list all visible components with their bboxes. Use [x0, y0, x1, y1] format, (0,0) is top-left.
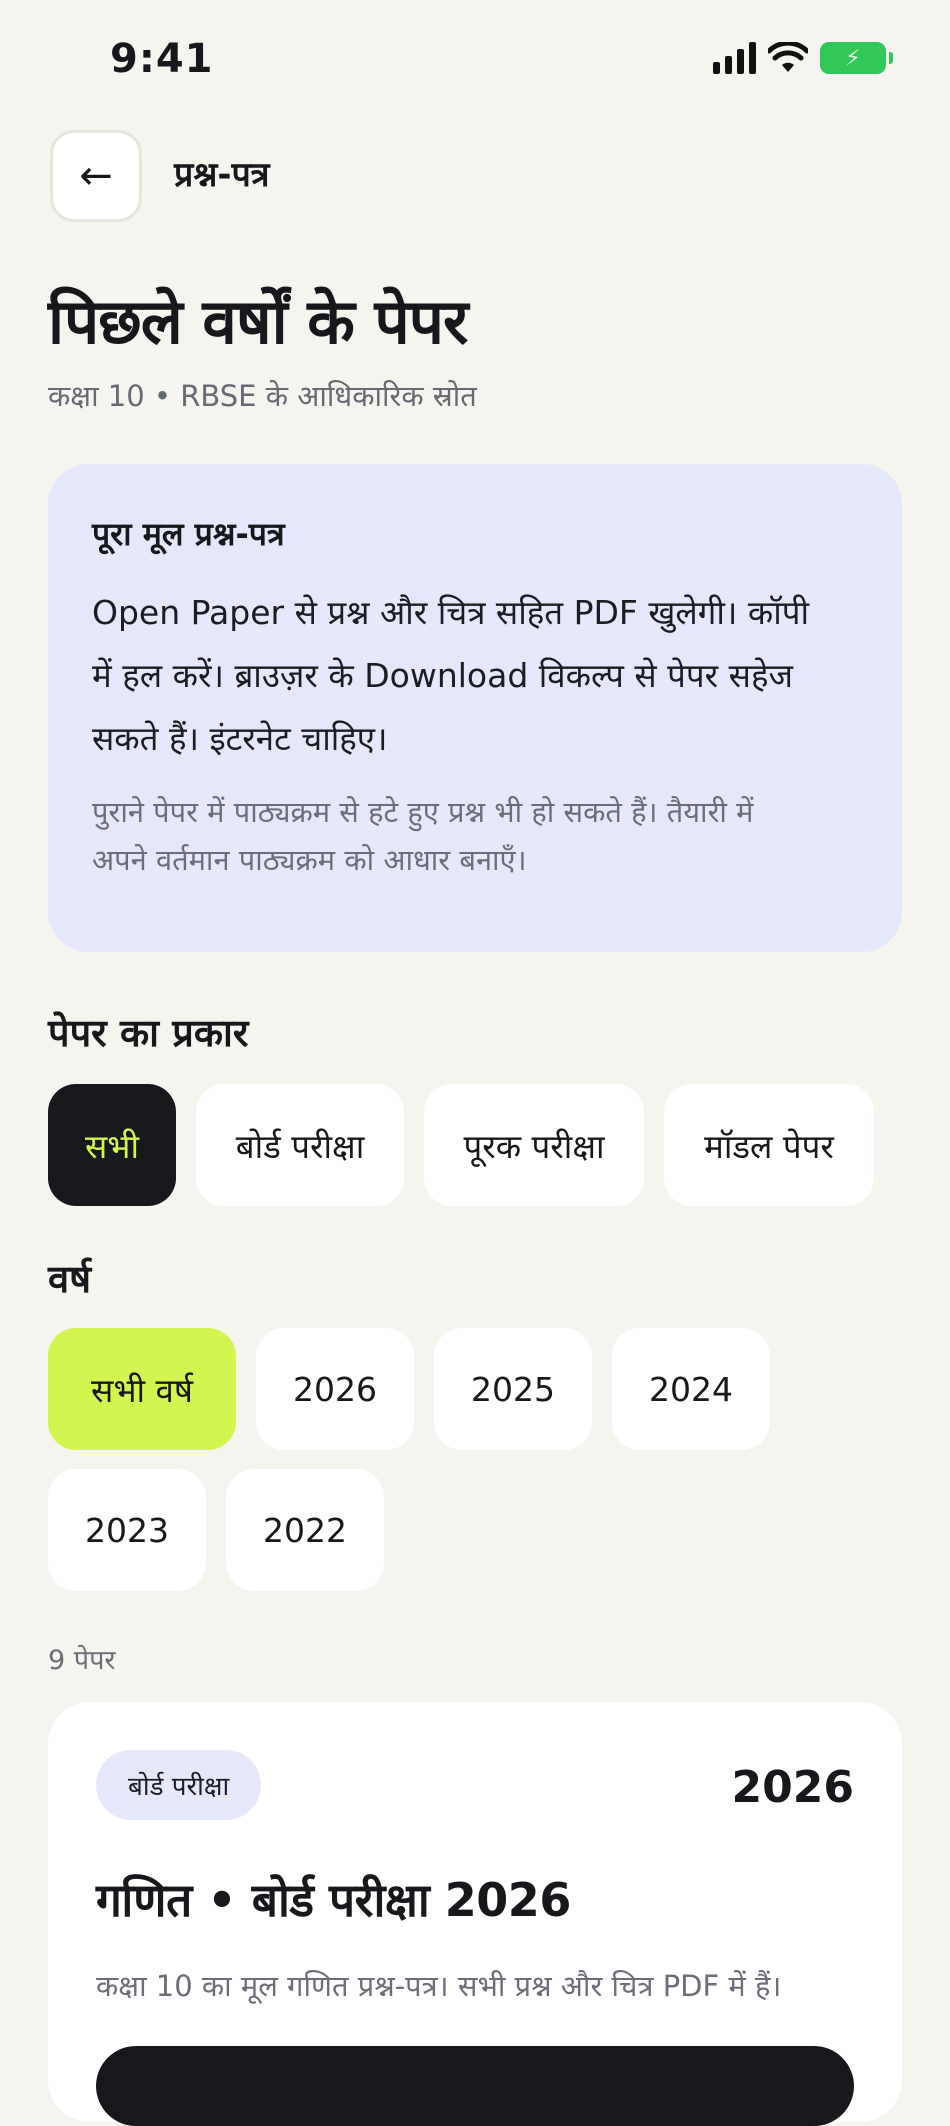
paper-title: गणित • बोर्ड परीक्षा 2026	[96, 1873, 571, 1927]
info-card: पूरा मूल प्रश्न-पत्र Open Paper से प्रश्…	[48, 464, 902, 952]
page-subtitle: कक्षा 10 • RBSE के आधिकारिक स्रोत	[48, 379, 477, 413]
signal-icon	[713, 42, 756, 74]
info-line: Open Paper से प्रश्न और चित्र सहित PDF ख…	[92, 593, 810, 632]
paper-card[interactable]: बोर्ड परीक्षा 2026 गणित • बोर्ड परीक्षा …	[48, 1702, 902, 2126]
results-count: 9 पेपर	[48, 1645, 116, 1676]
type-filter-label: पेपर का प्रकार	[48, 1011, 249, 1055]
info-body: Open Paper से प्रश्न और चित्र सहित PDF ख…	[92, 581, 858, 770]
open-paper-button[interactable]	[96, 2046, 854, 2126]
type-chip-board[interactable]: बोर्ड परीक्षा	[196, 1084, 404, 1206]
year-chip-2023[interactable]: 2023	[48, 1469, 206, 1591]
info-line: सकते हैं। इंटरनेट चाहिए।	[92, 719, 388, 758]
wifi-icon	[768, 42, 808, 72]
year-filter-label: वर्ष	[48, 1257, 92, 1301]
back-button[interactable]: ←	[50, 130, 142, 222]
page-title: पिछले वर्षों के पेपर	[48, 285, 468, 358]
year-chip-2026[interactable]: 2026	[256, 1328, 414, 1450]
info-note-line: पुराने पेपर में पाठ्यक्रम से हटे हुए प्र…	[92, 795, 754, 829]
paper-type-badge: बोर्ड परीक्षा	[96, 1750, 262, 1820]
type-chip-supplementary[interactable]: पूरक परीक्षा	[424, 1084, 644, 1206]
battery-icon: ⚡	[820, 42, 893, 74]
type-chip-model[interactable]: मॉडल पेपर	[664, 1084, 874, 1206]
year-chip-all[interactable]: सभी वर्ष	[48, 1328, 236, 1450]
info-line: में हल करें। ब्राउज़र के Download विकल्प…	[92, 656, 793, 695]
year-chip-2025[interactable]: 2025	[434, 1328, 592, 1450]
info-note: पुराने पेपर में पाठ्यक्रम से हटे हुए प्र…	[92, 788, 858, 884]
year-chip-2024[interactable]: 2024	[612, 1328, 770, 1450]
year-chip-2022[interactable]: 2022	[226, 1469, 384, 1591]
info-note-line: अपने वर्तमान पाठ्यक्रम को आधार बनाएँ।	[92, 843, 527, 877]
header-title: प्रश्न-पत्र	[174, 155, 270, 195]
info-title: पूरा मूल प्रश्न-पत्र	[92, 515, 285, 553]
status-time: 9:41	[110, 36, 214, 82]
arrow-left-icon: ←	[79, 153, 113, 199]
paper-description: कक्षा 10 का मूल गणित प्रश्न-पत्र। सभी प्…	[96, 1969, 782, 2003]
status-icons: ⚡	[713, 42, 893, 74]
paper-year: 2026	[731, 1762, 854, 1813]
type-chip-all[interactable]: सभी	[48, 1084, 176, 1206]
